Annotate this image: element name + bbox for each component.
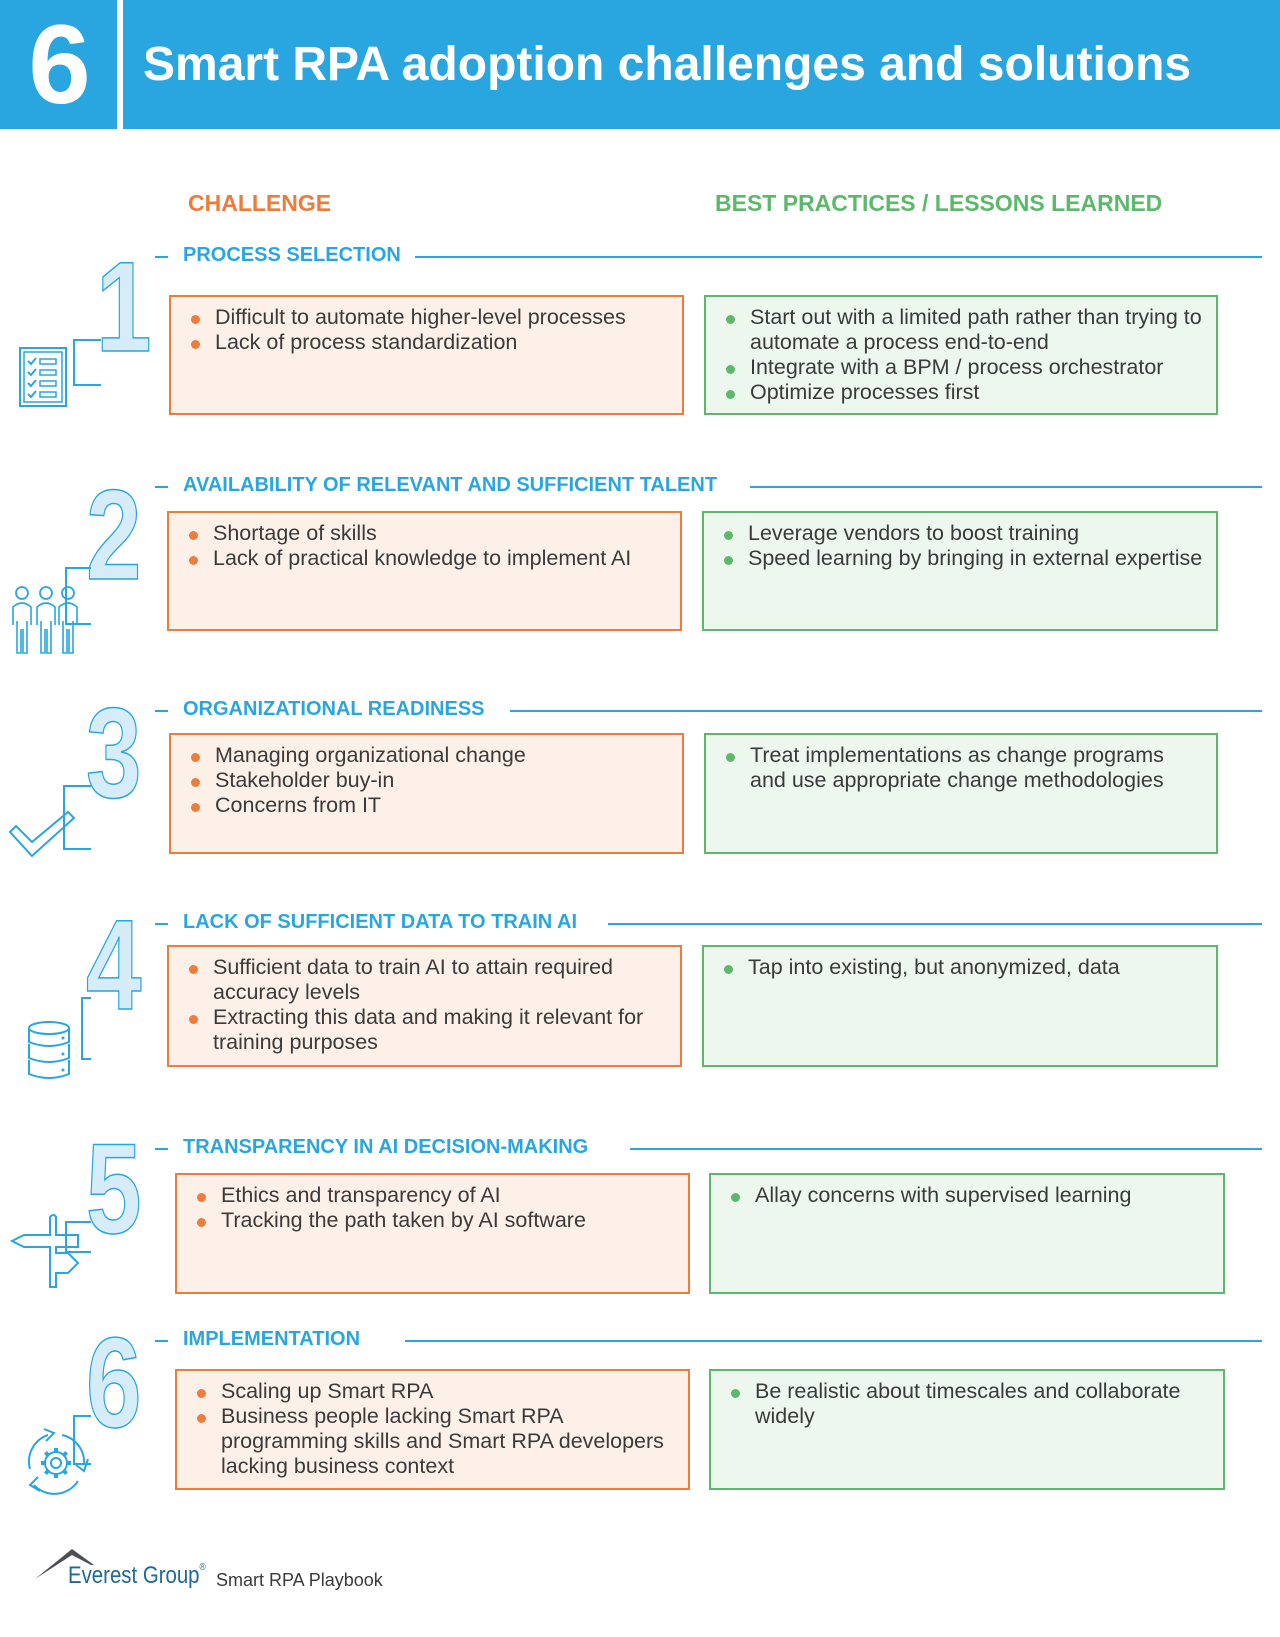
challenge-list: Scaling up Smart RPA Business people lack… [191,1379,676,1479]
section-title: ORGANIZATIONAL READINESS [183,698,499,721]
section-number-1: 1 [95,236,152,379]
practice-list: Treat implementations as change programs… [720,743,1204,793]
title-dash [155,923,168,925]
challenge-box: Shortage of skills Lack of practical know… [167,511,682,631]
challenge-item: Sufficient data to train AI to attain re… [183,955,668,1005]
practice-list: Allay concerns with supervised learning [725,1183,1211,1208]
brand-name: Everest Group [68,1562,200,1589]
practice-box: Treat implementations as change programs… [704,733,1218,854]
title-dash [155,710,168,712]
title-dash [155,1148,168,1150]
challenge-box: Managing organizational change Stakeholde… [169,733,684,854]
practice-item: Integrate with a BPM / process orchestra… [720,355,1204,380]
title-rule [410,256,1262,258]
challenge-box: Difficult to automate higher-level proce… [169,295,684,415]
challenge-item: Tracking the path taken by AI software [191,1208,676,1233]
title-dash [155,1340,168,1342]
section-title: LACK OF SUFFICIENT DATA TO TRAIN AI [183,911,592,934]
practice-item: Treat implementations as change programs… [720,743,1204,793]
checklist-icon [18,346,70,413]
challenge-item: Extracting this data and making it relev… [183,1005,668,1055]
section-number-3: 3 [85,682,142,825]
challenge-item: Difficult to automate higher-level proce… [185,305,670,330]
challenge-column-heading: CHALLENGE [188,190,332,216]
signpost-icon [9,1213,82,1294]
challenge-item: Scaling up Smart RPA [191,1379,676,1404]
challenge-list: Managing organizational change Stakeholde… [185,743,670,818]
section-number-badge: 6 [0,0,117,129]
title-dash [155,256,168,258]
database-icon [26,1020,72,1085]
practice-item: Speed learning by bringing in external e… [718,546,1204,571]
people-icon [10,585,82,660]
challenge-item: Business people lacking Smart RPA progra… [191,1404,676,1479]
challenge-item: Shortage of skills [183,521,668,546]
title-rule [405,1340,1262,1342]
title-dash [155,486,168,488]
practice-box: Be realistic about timescales and collab… [709,1369,1225,1490]
title-rule [750,486,1262,488]
challenge-list: Shortage of skills Lack of practical know… [183,521,668,571]
practice-list: Leverage vendors to boost training Speed … [718,521,1204,571]
brand-logo-text: Everest Group® [68,1562,206,1590]
connector-line [81,997,91,1060]
practice-box: Allay concerns with supervised learning [709,1173,1225,1294]
section-title: IMPLEMENTATION [183,1328,375,1351]
section-number-2: 2 [85,464,142,607]
section-title: TRANSPARENCY IN AI DECISION-MAKING [183,1136,603,1159]
challenge-box: Scaling up Smart RPA Business people lack… [175,1369,690,1490]
section-title: AVAILABILITY OF RELEVANT AND SUFFICIENT … [183,474,732,497]
practice-item: Tap into existing, but anonymized, data [718,955,1204,980]
challenge-item: Ethics and transparency of AI [191,1183,676,1208]
section-number-6: 6 [85,1312,142,1455]
connector-line [73,339,101,386]
challenge-item: Concerns from IT [185,793,670,818]
section-number-4: 4 [85,894,142,1037]
section-number-5: 5 [85,1118,142,1261]
challenge-box: Ethics and transparency of AI Tracking th… [175,1173,690,1294]
practice-box: Tap into existing, but anonymized, data [702,945,1218,1067]
challenge-box: Sufficient data to train AI to attain re… [167,945,682,1067]
publication-name: Smart RPA Playbook [216,1570,383,1590]
challenge-item: Stakeholder buy-in [185,768,670,793]
practice-list: Tap into existing, but anonymized, data [718,955,1204,980]
challenge-item: Managing organizational change [185,743,670,768]
page-title: Smart RPA adoption challenges and soluti… [123,0,1280,129]
practice-list: Be realistic about timescales and collab… [725,1379,1211,1429]
challenge-list: Sufficient data to train AI to attain re… [183,955,668,1055]
gear-cycle-icon [18,1425,94,1504]
practice-box: Leverage vendors to boost training Speed … [702,511,1218,631]
practice-item: Start out with a limited path rather tha… [720,305,1204,355]
challenge-item: Lack of practical knowledge to implement… [183,546,668,571]
practice-item: Leverage vendors to boost training [718,521,1204,546]
practice-list: Start out with a limited path rather tha… [720,305,1204,405]
practice-item: Be realistic about timescales and collab… [725,1379,1211,1429]
challenge-item: Lack of process standardization [185,330,670,355]
practices-column-heading: BEST PRACTICES / LESSONS LEARNED [715,190,1163,216]
challenge-list: Difficult to automate higher-level proce… [185,305,670,355]
practice-item: Allay concerns with supervised learning [725,1183,1211,1208]
practice-item: Optimize processes first [720,380,1204,405]
checkmark-icon [8,810,78,865]
practice-box: Start out with a limited path rather tha… [704,295,1218,415]
title-rule [630,1148,1262,1150]
challenge-list: Ethics and transparency of AI Tracking th… [191,1183,676,1233]
registered-mark: ® [199,1562,206,1573]
section-title: PROCESS SELECTION [183,244,415,267]
title-rule [608,923,1262,925]
title-rule [510,710,1262,712]
